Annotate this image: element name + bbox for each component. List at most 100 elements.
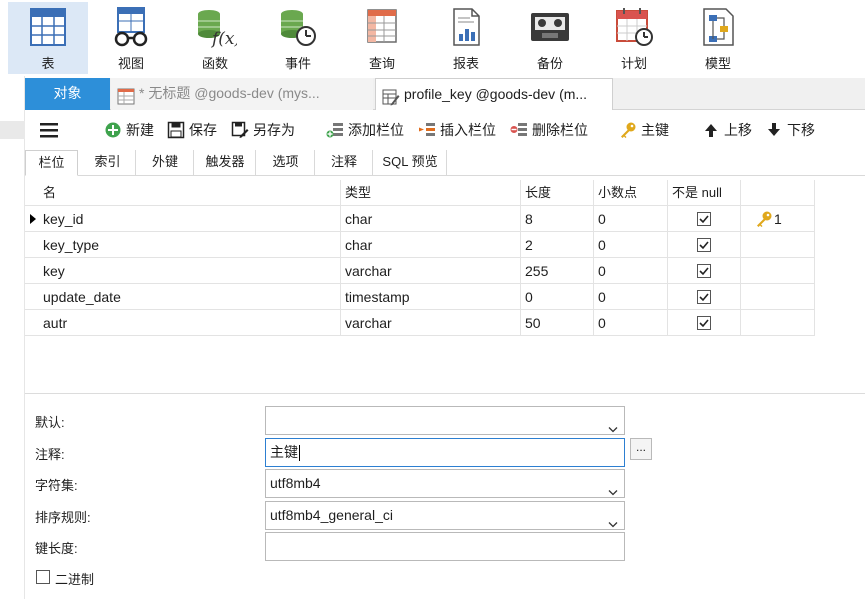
primary-key-label: 主键 <box>641 122 669 138</box>
table-row[interactable]: update_date timestamp 0 0 <box>25 284 815 310</box>
grid-header-cell[interactable]: 不是 null <box>668 180 741 206</box>
tab-profile-key-design[interactable]: profile_key @goods-dev (m... <box>375 78 613 110</box>
move-up-label: 上移 <box>724 122 752 138</box>
comment-input[interactable]: 主键 <box>265 438 625 467</box>
collation-select[interactable]: utf8mb4_general_ci <box>265 501 625 530</box>
key-length-input[interactable] <box>265 532 625 561</box>
field-name-cell[interactable]: key_type <box>39 232 341 258</box>
save-button[interactable]: 保存 <box>167 119 223 141</box>
field-decimals-cell[interactable]: 0 <box>594 284 668 310</box>
move-down-button[interactable]: 下移 <box>765 119 817 141</box>
text-caret <box>299 445 300 462</box>
delete-field-button[interactable]: 删除栏位 <box>510 119 596 141</box>
ribbon-view-button[interactable]: 视图 <box>91 2 171 74</box>
field-decimals-cell[interactable]: 0 <box>594 232 668 258</box>
query-tab-icon <box>117 85 135 105</box>
document-tab-bar: 对象 * 无标题 @goods-dev (mys... profile_key … <box>25 78 865 110</box>
field-type-cell[interactable]: varchar <box>341 310 521 336</box>
binary-checkbox[interactable] <box>36 570 50 584</box>
grid-header-cell[interactable] <box>741 180 815 206</box>
save-as-button[interactable]: 另存为 <box>231 119 303 141</box>
new-button[interactable]: 新建 <box>104 119 160 141</box>
ribbon-table-button[interactable]: 表 <box>8 2 88 74</box>
model-diagram-icon <box>696 6 740 48</box>
comment-ellipsis-button[interactable]: ... <box>630 438 652 460</box>
grid-header-cell[interactable]: 小数点 <box>594 180 668 206</box>
default-select[interactable] <box>265 406 625 435</box>
ribbon-model-button[interactable]: 模型 <box>678 2 758 74</box>
tab-options[interactable]: 选项 <box>257 150 315 176</box>
field-name-cell[interactable]: update_date <box>39 284 341 310</box>
tab-comment[interactable]: 注释 <box>316 150 373 176</box>
schedule-calendar-icon <box>612 6 656 48</box>
add-field-icon <box>326 121 344 139</box>
grid-header-cell[interactable]: 名 <box>39 180 341 206</box>
main-ribbon: 表 视图 f(x) 函数 事件 查询 <box>0 0 865 76</box>
field-key-cell <box>741 310 815 336</box>
field-length-cell[interactable]: 2 <box>521 232 594 258</box>
tab-foreign-keys[interactable]: 外键 <box>137 150 194 176</box>
fields-grid: 名类型 长度 小数点 不是 null key_id char 8 0 1 key_type char… <box>25 180 815 342</box>
grid-header-cell[interactable]: 类型 <box>341 180 521 206</box>
ribbon-backup-button[interactable]: 备份 <box>510 2 590 74</box>
not-null-checkbox[interactable] <box>697 264 711 278</box>
field-key-cell <box>741 284 815 310</box>
ribbon-schedule-button[interactable]: 计划 <box>594 2 674 74</box>
ribbon-report-button[interactable]: 报表 <box>426 2 506 74</box>
table-row[interactable]: key_type char 2 0 <box>25 232 815 258</box>
backup-tape-icon <box>528 6 572 48</box>
field-name-cell[interactable]: key_id <box>39 206 341 232</box>
not-null-checkbox[interactable] <box>697 238 711 252</box>
comment-value: 主键 <box>270 444 298 460</box>
field-type-cell[interactable]: timestamp <box>341 284 521 310</box>
field-decimals-cell[interactable]: 0 <box>594 258 668 284</box>
table-row[interactable]: autr varchar 50 0 <box>25 310 815 336</box>
charset-value: utf8mb4 <box>270 475 321 491</box>
ribbon-backup-label: 备份 <box>536 56 563 71</box>
report-chart-icon <box>444 6 488 48</box>
primary-key-button[interactable]: 主键 <box>619 119 673 141</box>
field-length-cell[interactable]: 8 <box>521 206 594 232</box>
ribbon-query-button[interactable]: 查询 <box>342 2 422 74</box>
field-decimals-cell[interactable]: 0 <box>594 310 668 336</box>
field-length-cell[interactable]: 0 <box>521 284 594 310</box>
grid-header-cell[interactable]: 长度 <box>521 180 594 206</box>
tab-objects[interactable]: 对象 <box>25 78 110 110</box>
table-row[interactable]: key varchar 255 0 <box>25 258 815 284</box>
field-type-cell[interactable]: char <box>341 232 521 258</box>
field-key-cell: 1 <box>741 206 815 232</box>
ribbon-function-label: 函数 <box>201 56 228 71</box>
field-decimals-cell[interactable]: 0 <box>594 206 668 232</box>
not-null-checkbox[interactable] <box>697 212 711 226</box>
hamburger-menu-icon[interactable] <box>39 121 59 139</box>
ribbon-view-label: 视图 <box>117 56 144 71</box>
move-up-button[interactable]: 上移 <box>702 119 754 141</box>
tab-untitled-query[interactable]: * 无标题 @goods-dev (mys... <box>111 78 373 110</box>
field-length-cell[interactable]: 50 <box>521 310 594 336</box>
delete-field-label: 删除栏位 <box>532 122 588 138</box>
insert-field-icon <box>418 121 436 139</box>
tab-indexes[interactable]: 索引 <box>80 150 136 176</box>
field-name-cell[interactable]: autr <box>39 310 341 336</box>
charset-select[interactable]: utf8mb4 <box>265 469 625 498</box>
delete-field-icon <box>510 121 528 139</box>
field-type-cell[interactable]: varchar <box>341 258 521 284</box>
table-row[interactable]: key_id char 8 0 1 <box>25 206 815 232</box>
ribbon-event-button[interactable]: 事件 <box>258 2 338 74</box>
tab-triggers[interactable]: 触发器 <box>195 150 256 176</box>
field-type-cell[interactable]: char <box>341 206 521 232</box>
add-field-label: 添加栏位 <box>348 122 404 138</box>
chevron-down-icon <box>608 511 618 528</box>
field-name-cell[interactable]: key <box>39 258 341 284</box>
tab-sql-preview[interactable]: SQL 预览 <box>374 150 447 176</box>
not-null-checkbox[interactable] <box>697 316 711 330</box>
ribbon-function-button[interactable]: f(x) 函数 <box>175 2 255 74</box>
add-field-button[interactable]: 添加栏位 <box>326 119 412 141</box>
not-null-checkbox[interactable] <box>697 290 711 304</box>
field-not-null-cell <box>668 310 741 336</box>
tab-fields[interactable]: 栏位 <box>25 150 78 176</box>
insert-field-button[interactable]: 插入栏位 <box>418 119 504 141</box>
field-length-cell[interactable]: 255 <box>521 258 594 284</box>
svg-text:f(x): f(x) <box>210 29 237 48</box>
chevron-down-icon <box>608 479 618 496</box>
